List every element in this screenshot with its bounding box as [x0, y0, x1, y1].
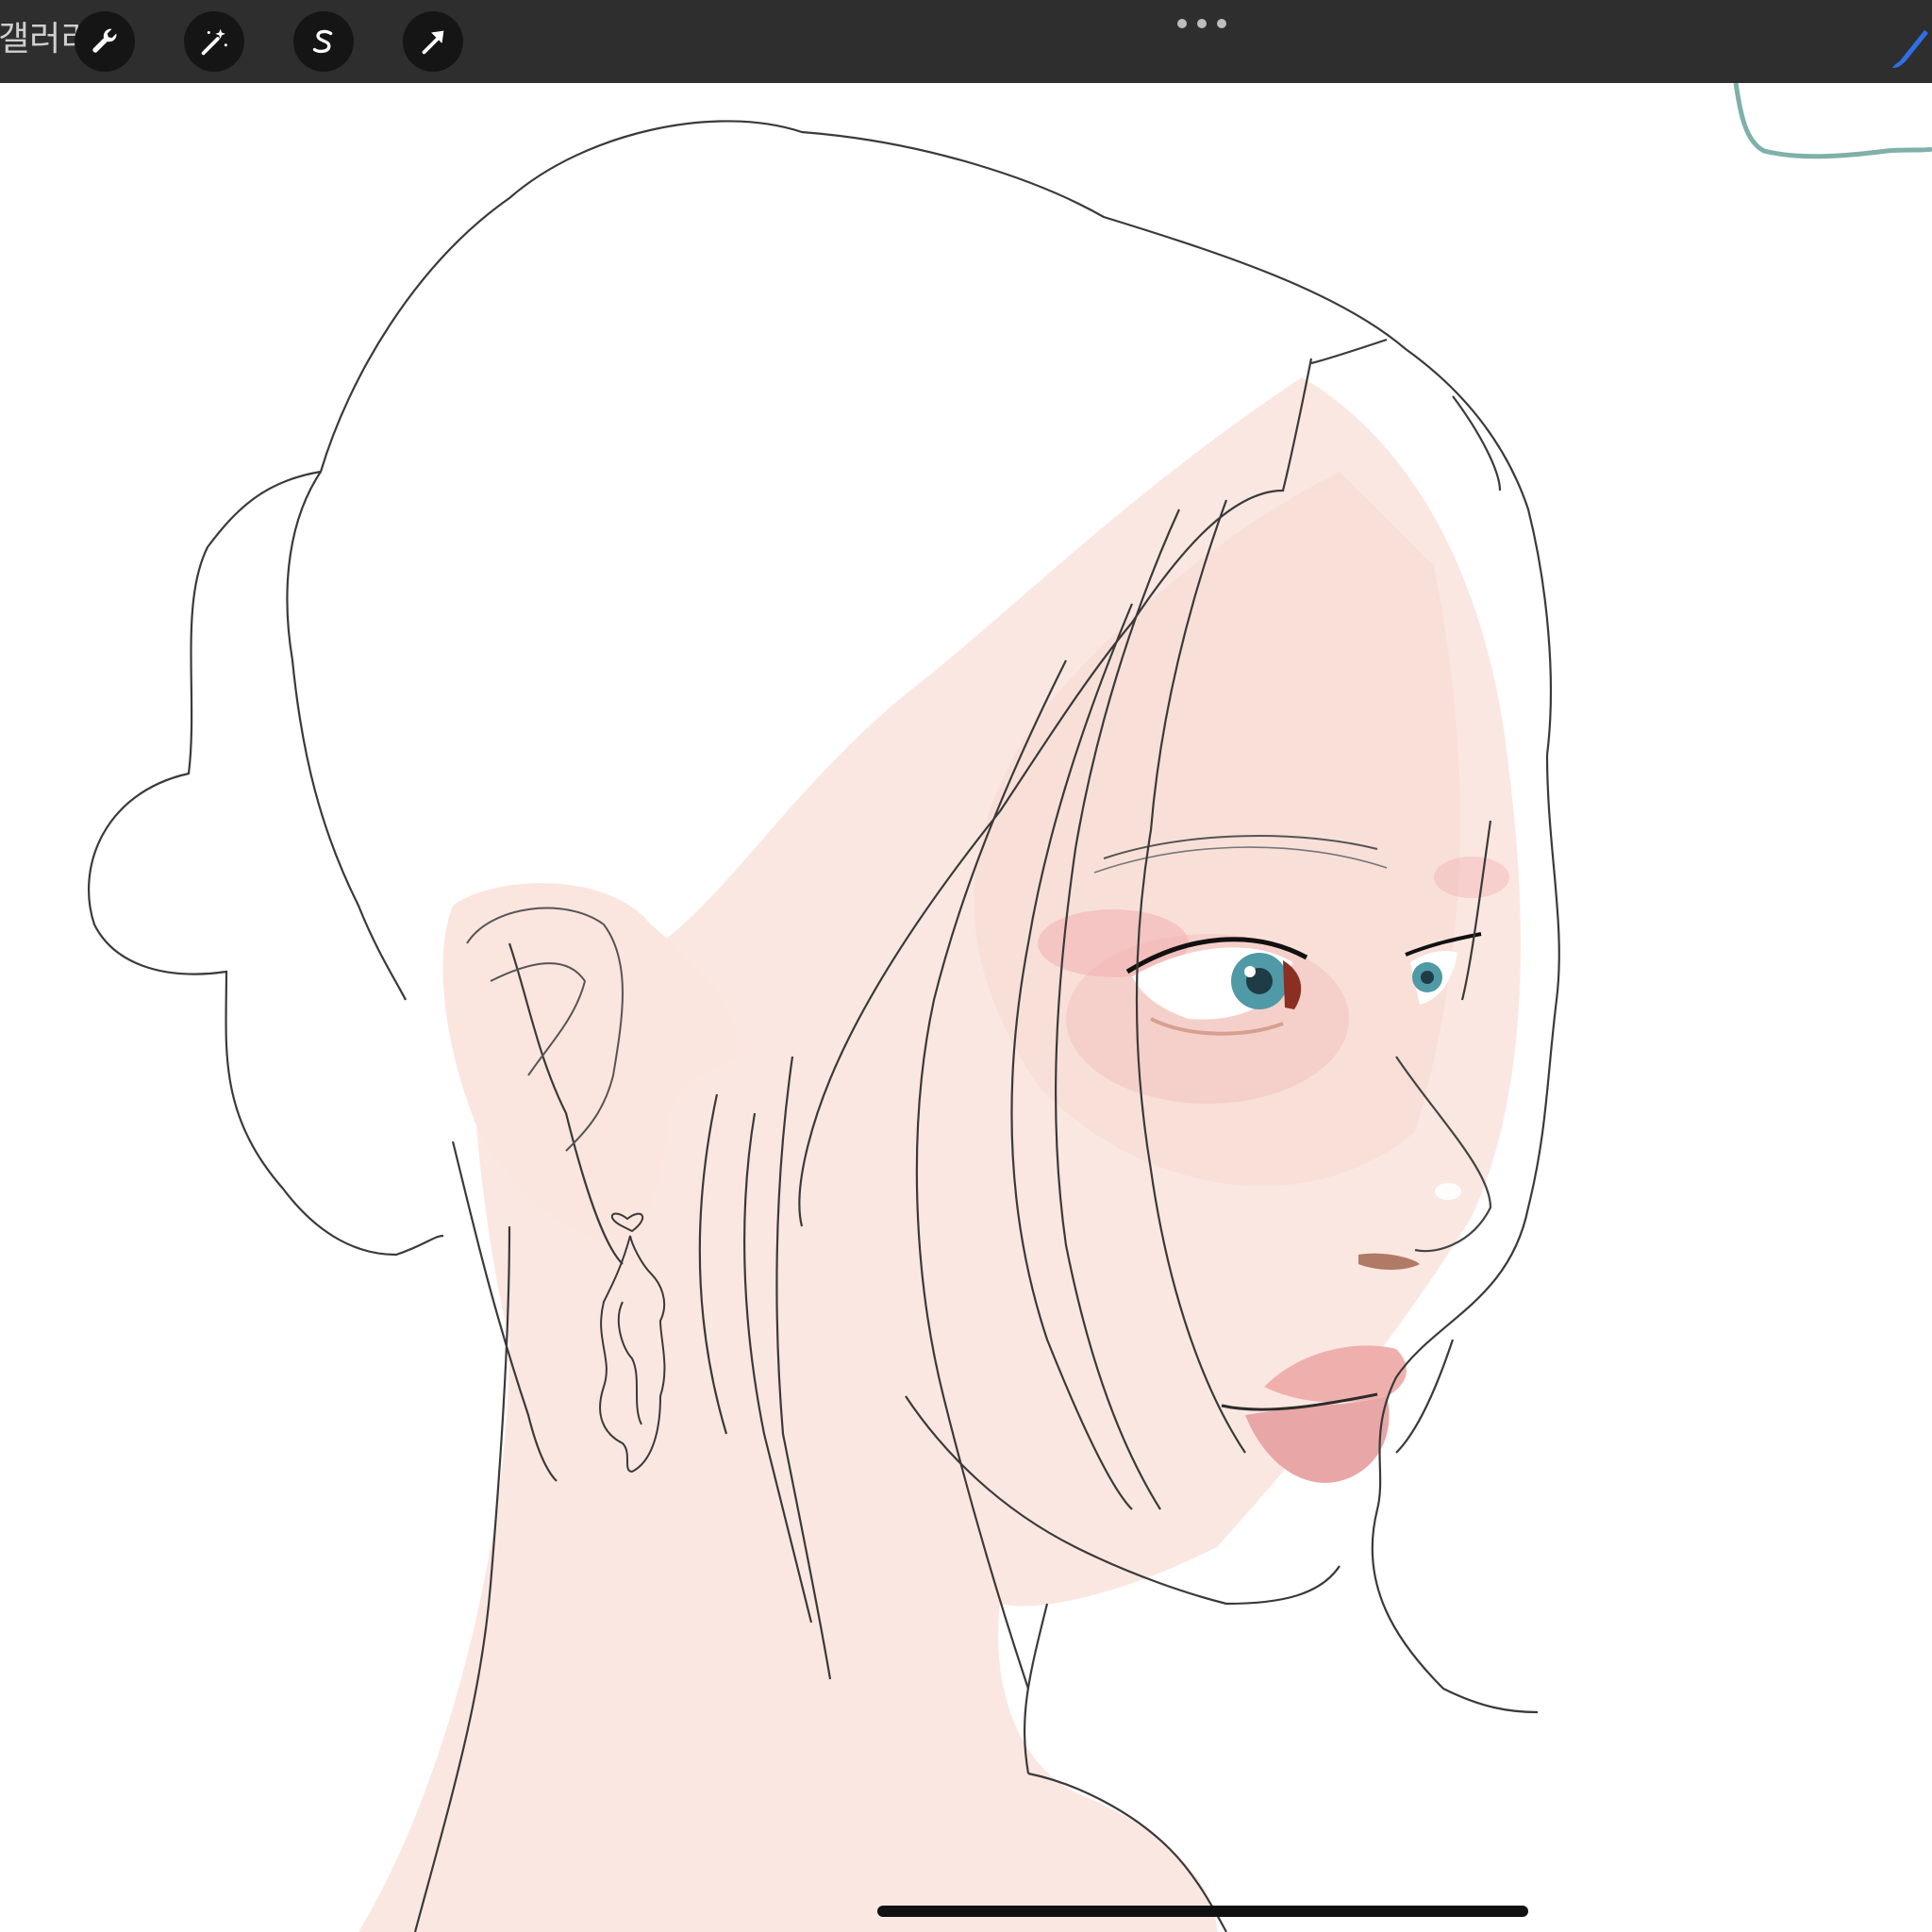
selection-s-icon[interactable]: [293, 11, 354, 72]
brush-icon[interactable]: [1887, 21, 1932, 74]
magic-wand-icon[interactable]: [184, 11, 244, 72]
ellipsis-icon[interactable]: [1177, 13, 1226, 34]
top-toolbar: 갤러리: [0, 0, 1932, 83]
arrow-cursor-icon[interactable]: [403, 11, 463, 72]
teal-stroke: [1733, 83, 1932, 159]
drawing-canvas[interactable]: [0, 83, 1932, 1932]
home-indicator[interactable]: [877, 1906, 1528, 1917]
wrench-icon[interactable]: [75, 11, 135, 72]
artwork: [87, 83, 1932, 1932]
